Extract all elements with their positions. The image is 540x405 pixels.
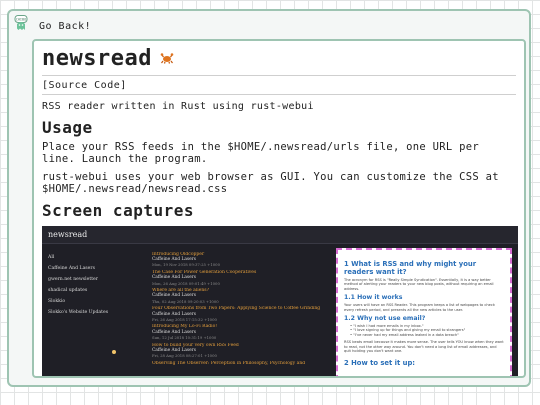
- usage-paragraph-2: rust-webui uses your web browser as GUI.…: [42, 171, 499, 195]
- ghost-icon: CHIBO: [14, 15, 28, 30]
- go-back-label[interactable]: Go Back!: [39, 21, 91, 32]
- svg-text:CHIBO: CHIBO: [16, 18, 27, 22]
- article-item: The Case For Power Generation Cooperativ…: [152, 270, 328, 286]
- source-code-link[interactable]: [Source Code]: [42, 80, 516, 91]
- reader-paragraph: RSS beats email because it makes more se…: [344, 340, 504, 354]
- screenshot-reader-pane: 1 What is RSS and why might your readers…: [336, 248, 512, 376]
- reader-heading: 2 How to set it up:: [344, 359, 416, 368]
- reader-bullet-text: "I've never had my email address leaked …: [353, 332, 459, 337]
- reader-heading: 1.1 How it works: [344, 294, 403, 302]
- article-date: Thu, 02 Aug 2018 09:20:03 +1000: [152, 298, 219, 304]
- article-title: Four Observations from Two Papers: Apply…: [152, 306, 321, 312]
- reader-bullet: • "I've never had my email address leake…: [350, 332, 459, 337]
- article-date: Mon, 19 Nov 2018 09:37:25 +1000: [152, 262, 221, 268]
- article-item: Observing The Observer: Perception in Ph…: [152, 361, 328, 366]
- screenshot-article-list: Introducing Oldcopper Caffeine And Laser…: [152, 252, 328, 368]
- feed-item: Caffeine And Lasers: [48, 266, 95, 271]
- article-date: Sun, 12 Jul 2018 10:31:19 +1000: [152, 334, 217, 340]
- feed-item: Slokkio: [48, 299, 66, 304]
- screen-captures-heading: Screen captures: [42, 201, 194, 220]
- article-item: Introducing My Lo-Fi Radio! Caffeine And…: [152, 324, 328, 340]
- usage-heading: Usage: [42, 118, 93, 137]
- article-date: Fri, 28 Aug 2018 08:27:01 +1000: [152, 352, 217, 358]
- back-bar: CHIBO Go Back!: [9, 11, 529, 37]
- mouse-cursor-icon: [112, 350, 116, 354]
- reader-paragraph: The acronym for RSS is "Really Simple Sy…: [344, 278, 494, 291]
- article-date: Mon, 26 Aug 2018 09:01:49 +1000: [152, 280, 220, 286]
- article-item: Four Observations from Two Papers: Apply…: [152, 306, 328, 322]
- page-frame: CHIBO Go Back! newsread [Source Code] RS…: [7, 9, 531, 387]
- reader-bullet-text: "I wish I had more emails in my inbox.": [353, 324, 424, 329]
- page-title-text: newsread: [42, 45, 152, 71]
- screenshot-feed-list: All Caffeine And Lasers gwern.net newsle…: [48, 252, 143, 318]
- reader-paragraph: Your users will have an RSS Reader. This…: [344, 303, 495, 312]
- title-divider: [42, 75, 516, 76]
- feed-item: All: [48, 255, 55, 260]
- crab-icon: [160, 53, 174, 64]
- usage-paragraph-1: Place your RSS feeds in the $HOME/.newsr…: [42, 141, 480, 165]
- feed-item: shadical updates: [48, 288, 88, 293]
- feed-item: gwern.net newsletter: [48, 277, 98, 282]
- article-date: Fri, 26 Aug 2018 17:15:32 +1000: [152, 316, 217, 322]
- article-title: Observing The Observer: Perception in Ph…: [152, 360, 306, 366]
- main-content: newsread [Source Code] RSS reader writte…: [32, 39, 526, 378]
- reader-heading: 1 What is RSS and why might your readers…: [344, 260, 477, 276]
- reader-heading: 1.2 Why not use email?: [344, 315, 426, 323]
- app-screenshot: newsread All Caffeine And Lasers gwern.n…: [42, 226, 518, 376]
- article-item: How to build your very own RSS Feed Caff…: [152, 343, 328, 359]
- go-back-link[interactable]: CHIBO Go Back!: [13, 15, 91, 33]
- page-title: newsread: [42, 43, 516, 73]
- article-item: Introducing Oldcopper Caffeine And Laser…: [152, 252, 328, 268]
- reader-bullet-text: "I love signing up for things and giving…: [353, 328, 466, 333]
- feed-item: Slokko's Website Updates: [48, 310, 109, 315]
- article-item: Where are all the aliens? Caffeine And L…: [152, 288, 328, 304]
- project-description: RSS reader written in Rust using rust-we…: [42, 101, 314, 112]
- screenshot-app-title: newsread: [42, 226, 518, 244]
- source-divider: [42, 94, 516, 95]
